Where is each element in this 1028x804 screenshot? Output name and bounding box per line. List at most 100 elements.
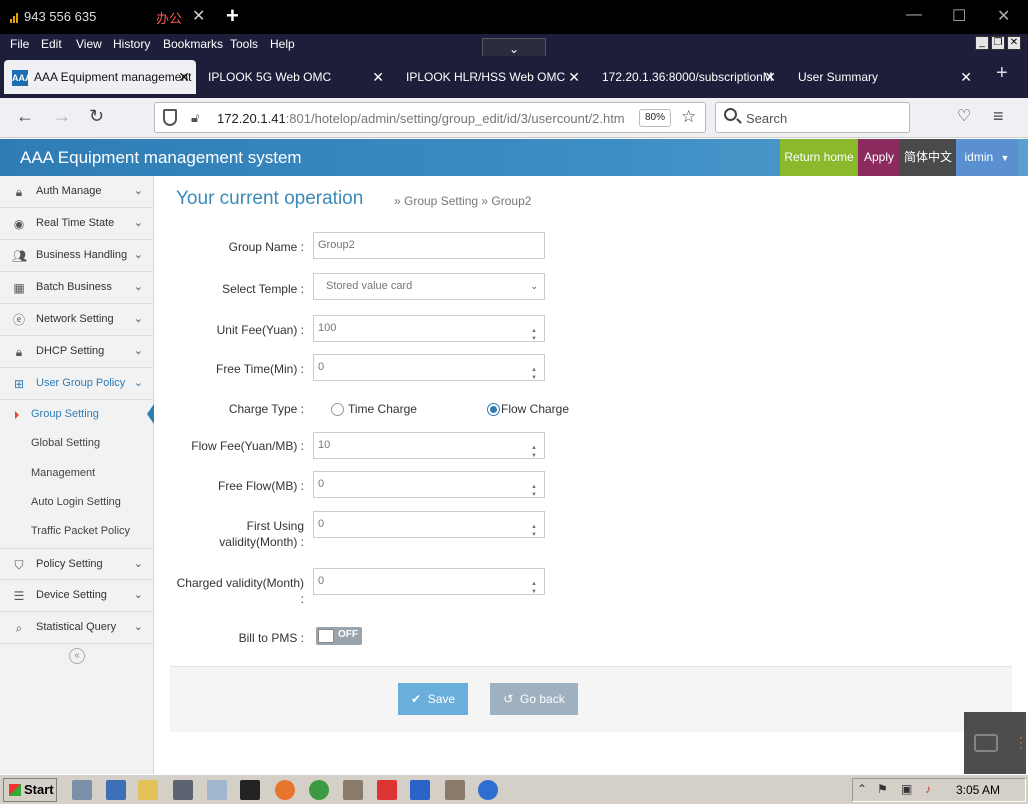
terminal-icon[interactable] [240, 780, 260, 800]
search-input[interactable]: Search [715, 102, 910, 133]
new-tab-button[interactable]: + [996, 62, 1008, 85]
tab-aaa[interactable]: AAA AAA Equipment management ✕ [4, 60, 196, 94]
sidebar-subitem-traffic-packet-policy[interactable]: Traffic Packet Policy [0, 517, 153, 546]
close-icon[interactable]: ✕ [192, 6, 205, 26]
save-button[interactable]: ✔ Save [398, 683, 468, 715]
menu-file[interactable]: File [10, 37, 29, 51]
back-button[interactable]: ← [16, 106, 34, 127]
menu-edit[interactable]: Edit [41, 37, 62, 51]
sidebar-item-network-setting[interactable]: ⓔ Network Setting ⌄ [0, 304, 153, 336]
url-text[interactable]: 172.20.1.41:801/hotelop/admin/setting/gr… [217, 111, 631, 126]
time-charge-radio[interactable] [331, 403, 344, 416]
sidebar-subitem-group-setting[interactable]: Group Setting [0, 400, 154, 429]
sidebar-item-statistical-query[interactable]: ⌕ Statistical Query ⌄ [0, 612, 153, 644]
url-bar[interactable]: 🔓︎ 172.20.1.41:801/hotelop/admin/setting… [154, 102, 706, 133]
teamviewer-icon[interactable] [478, 780, 498, 800]
notepad-icon[interactable] [207, 780, 227, 800]
number-spinner-icon[interactable] [530, 436, 540, 469]
users-icon: 👥︎ [12, 249, 28, 263]
menu-history[interactable]: History [113, 37, 150, 51]
sidebar-item-batch-business[interactable]: ▦ Batch Business ⌄ [0, 272, 153, 304]
number-spinner-icon[interactable] [530, 319, 540, 352]
minimize-icon[interactable]: — [906, 6, 922, 24]
sail-app-icon[interactable] [410, 780, 430, 800]
window-close-icon[interactable]: ✕ [997, 6, 1010, 26]
sidebar-item-auth-manage[interactable]: 🔒︎ Auth Manage ⌄ [0, 176, 153, 208]
sidebar-item-policy-setting[interactable]: ⛉ Policy Setting ⌄ [0, 548, 153, 580]
charged-validity-input[interactable]: 0 [313, 568, 545, 605]
menu-help[interactable]: Help [270, 37, 295, 51]
more-icon[interactable]: ⋮ [1014, 734, 1028, 751]
tab-close-icon[interactable]: ✕ [960, 60, 972, 94]
hamburger-menu-icon[interactable]: ≡ [993, 106, 1004, 127]
return-home-button[interactable]: Return home [780, 139, 858, 176]
pocket-icon[interactable]: ♡ [957, 106, 971, 126]
first-using-input[interactable]: 0 [313, 511, 545, 548]
menu-view[interactable]: View [76, 37, 102, 51]
mdi-minimize-icon[interactable]: _ [975, 36, 989, 50]
tracking-shield-icon[interactable] [163, 109, 177, 126]
volume-muted-icon[interactable]: ♪ [925, 782, 931, 796]
sidebar-item-real-time-state[interactable]: ◉ Real Time State ⌄ [0, 208, 153, 240]
new-window-button[interactable]: + [226, 3, 239, 29]
flag-icon[interactable]: ⚑ [877, 782, 888, 796]
save-label: Save [427, 692, 456, 706]
free-time-input[interactable]: 0 [313, 354, 545, 391]
mdi-restore-icon[interactable]: ❐ [991, 36, 1005, 50]
tab-hlr-omc[interactable]: IPLOOK HLR/HSS Web OMC ✕ [398, 60, 586, 94]
network-tool-icon[interactable] [343, 780, 363, 800]
menu-tools[interactable]: Tools [230, 37, 258, 51]
maximize-icon[interactable]: ☐ [952, 6, 966, 26]
floating-chat-widget[interactable]: ⋮ [964, 712, 1028, 774]
forward-button[interactable]: → [53, 106, 71, 127]
tab-close-icon[interactable]: ✕ [372, 60, 384, 94]
number-spinner-icon[interactable] [530, 475, 540, 508]
folder-icon[interactable] [138, 780, 158, 800]
sidebar-item-user-group-policy[interactable]: ⊞ User Group Policy ⌄ [0, 368, 153, 400]
chrome-icon[interactable] [309, 780, 329, 800]
tab-close-icon[interactable]: ✕ [178, 60, 190, 94]
app-window-icon[interactable] [173, 780, 193, 800]
sidebar-item-dhcp-setting[interactable]: 🔒︎ DHCP Setting ⌄ [0, 336, 153, 368]
flow-fee-input[interactable]: 10 [313, 432, 545, 469]
number-spinner-icon[interactable] [530, 515, 540, 548]
firefox-icon[interactable] [275, 780, 295, 800]
tab-close-icon[interactable]: ✕ [568, 60, 580, 94]
flow-charge-radio[interactable] [487, 403, 500, 416]
network-tool-2-icon[interactable] [445, 780, 465, 800]
insecure-lock-icon[interactable]: 🔓︎ [191, 110, 199, 126]
start-button[interactable]: Start [3, 778, 57, 802]
sidebar-subitem-management[interactable]: Management [0, 459, 153, 488]
sidebar-subitem-auto-login-setting[interactable]: Auto Login Setting [0, 488, 153, 517]
number-spinner-icon[interactable] [530, 358, 540, 391]
tab-close-icon[interactable]: ✕ [764, 60, 776, 94]
tab-5g-omc[interactable]: IPLOOK 5G Web OMC ✕ [200, 60, 390, 94]
bill-to-pms-toggle[interactable]: OFF [316, 627, 362, 645]
user-menu-button[interactable]: idmin ▼ [956, 139, 1018, 176]
remote-desktop-icon[interactable] [106, 780, 126, 800]
user-name: idmin [964, 150, 994, 164]
media-app-icon[interactable] [377, 780, 397, 800]
tray-expand-icon[interactable]: ⌃ [857, 782, 867, 796]
group-name-input[interactable]: Group2 [313, 232, 545, 259]
number-spinner-icon[interactable] [530, 572, 540, 605]
network-tray-icon[interactable]: ▣ [901, 782, 912, 796]
zoom-badge[interactable]: 80% [639, 109, 671, 127]
language-button[interactable]: 简体中文 [900, 139, 956, 176]
tab-user-summary[interactable]: User Summary ✕ [790, 60, 978, 94]
select-temple-dropdown[interactable]: Stored value card ⌄ [313, 273, 545, 300]
sidebar-collapse-icon[interactable]: « [69, 648, 85, 664]
apply-button[interactable]: Apply [858, 139, 900, 176]
tab-subscription[interactable]: 172.20.1.36:8000/subscriptionM ✕ [594, 60, 782, 94]
network-app-icon[interactable] [72, 780, 92, 800]
mdi-close-icon[interactable]: ✕ [1007, 36, 1021, 50]
sidebar-subitem-global-setting[interactable]: Global Setting [0, 429, 153, 458]
sidebar-item-business-handling[interactable]: 👥︎ Business Handling ⌄ [0, 240, 153, 272]
go-back-button[interactable]: ↺ Go back [490, 683, 578, 715]
unit-fee-input[interactable]: 100 [313, 315, 545, 352]
reload-button[interactable]: ↻ [89, 106, 104, 127]
menu-bookmarks[interactable]: Bookmarks [163, 37, 223, 51]
free-flow-input[interactable]: 0 [313, 471, 545, 508]
bookmark-star-icon[interactable]: ☆ [681, 107, 696, 127]
sidebar-item-device-setting[interactable]: ☰ Device Setting ⌄ [0, 580, 153, 612]
